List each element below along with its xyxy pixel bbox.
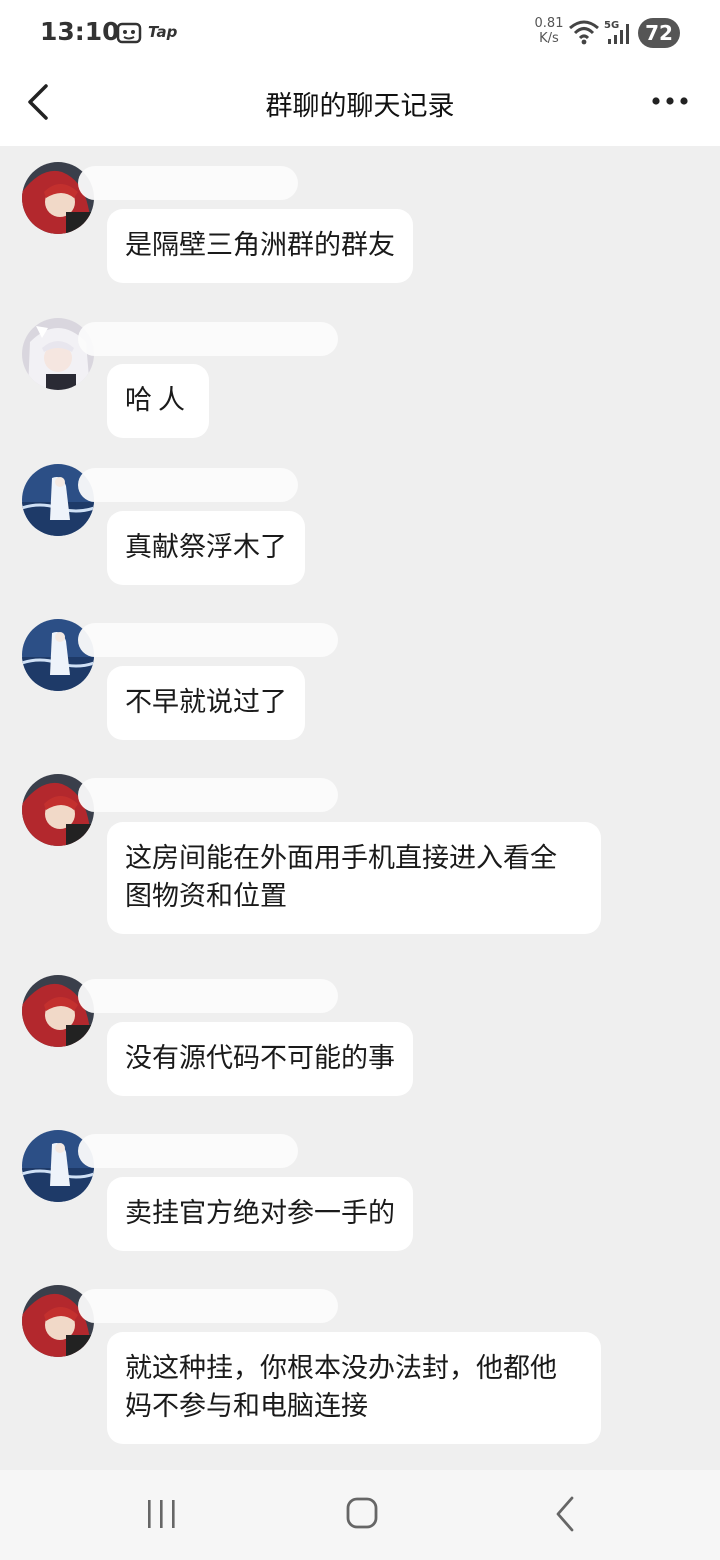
chevron-left-icon [28,84,48,120]
message-bubble[interactable]: 卖挂官方绝对参一手的 [107,1177,413,1251]
system-back-button[interactable] [540,1494,590,1534]
home-button[interactable] [336,1494,386,1534]
net-speed: 0.81 K/s [530,16,568,46]
blurred-sender-name [78,468,298,502]
cell-signal-icon: 5G [604,19,634,51]
blurred-sender-name [78,979,338,1013]
blurred-sender-name [78,623,338,657]
chat-history-header: 群聊的聊天记录 [0,64,720,146]
screenshot-app-icon [116,20,142,50]
net-speed-unit: K/s [539,31,559,46]
blurred-sender-name [78,1134,298,1168]
chat-message-list[interactable]: 是隔壁三角洲群的群友 哈人 真献祭浮木了 不早就说过了 这房间能在外面用手机直接… [0,146,720,1470]
blurred-sender-name [78,778,338,812]
message-bubble[interactable]: 这房间能在外面用手机直接进入看全图物资和位置 [107,822,601,934]
back-button[interactable] [20,80,60,124]
recents-icon [148,1500,175,1528]
svg-text:5G: 5G [604,20,619,31]
battery-indicator: 72 [638,18,680,48]
message-bubble[interactable]: 是隔壁三角洲群的群友 [107,209,413,283]
net-speed-value: 0.81 [534,16,564,31]
message-bubble[interactable]: 就这种挂，你根本没办法封，他都他妈不参与和电脑连接 [107,1332,601,1444]
message-bubble[interactable]: 哈人 [107,364,209,438]
blurred-sender-name [78,166,298,200]
recents-button[interactable] [136,1494,186,1534]
more-dots-icon [652,97,688,105]
back-arrow-icon [556,1496,574,1532]
status-bar: 13:10 Tap 0.81 K/s 5G 72 [0,0,720,64]
home-icon [346,1497,378,1529]
message-bubble[interactable]: 没有源代码不可能的事 [107,1022,413,1096]
page-title: 群聊的聊天记录 [265,91,455,122]
blurred-sender-name [78,322,338,356]
system-navigation-bar [0,1470,720,1560]
message-bubble[interactable]: 真献祭浮木了 [107,511,305,585]
blurred-sender-name [78,1289,338,1323]
message-bubble[interactable]: 不早就说过了 [107,666,305,740]
status-time: 13:10 [40,17,120,46]
tap-app-label: Tap [148,23,178,41]
more-options-button[interactable] [648,86,692,116]
wifi-icon [568,19,600,49]
